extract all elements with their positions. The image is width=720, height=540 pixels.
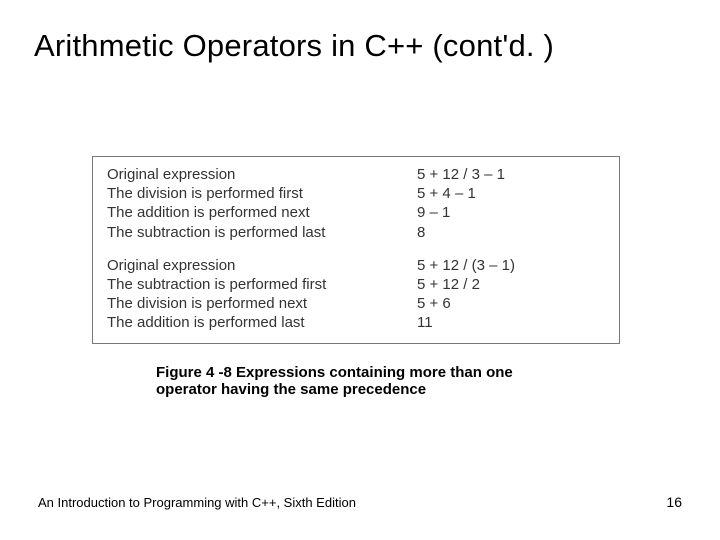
step-expression: 5 + 12 / 3 – 1 (417, 165, 605, 184)
table-row: Original expression 5 + 12 / 3 – 1 (107, 165, 605, 184)
step-expression: 5 + 4 – 1 (417, 184, 605, 203)
table-row: The addition is performed next 9 – 1 (107, 203, 605, 222)
step-description: Original expression (107, 256, 417, 275)
step-description: The division is performed next (107, 294, 417, 313)
table-row: The addition is performed last 11 (107, 313, 605, 332)
table-row: Original expression 5 + 12 / (3 – 1) (107, 256, 605, 275)
step-description: The division is performed first (107, 184, 417, 203)
step-description: The subtraction is performed first (107, 275, 417, 294)
step-description: The addition is performed next (107, 203, 417, 222)
step-expression: 5 + 6 (417, 294, 605, 313)
step-description: Original expression (107, 165, 417, 184)
figure-block-1: Original expression 5 + 12 / 3 – 1 The d… (107, 165, 605, 242)
slide-title: Arithmetic Operators in C++ (cont'd. ) (34, 28, 554, 64)
step-expression: 11 (417, 313, 605, 332)
step-description: The addition is performed last (107, 313, 417, 332)
table-row: The subtraction is performed last 8 (107, 223, 605, 242)
step-description: The subtraction is performed last (107, 223, 417, 242)
figure-caption: Figure 4 -8 Expressions containing more … (156, 364, 556, 398)
slide-number: 16 (666, 494, 682, 510)
table-row: The subtraction is performed first 5 + 1… (107, 275, 605, 294)
step-expression: 8 (417, 223, 605, 242)
figure-box: Original expression 5 + 12 / 3 – 1 The d… (92, 156, 620, 344)
table-row: The division is performed first 5 + 4 – … (107, 184, 605, 203)
slide: Arithmetic Operators in C++ (cont'd. ) O… (0, 0, 720, 540)
figure-block-2: Original expression 5 + 12 / (3 – 1) The… (107, 256, 605, 333)
step-expression: 9 – 1 (417, 203, 605, 222)
step-expression: 5 + 12 / 2 (417, 275, 605, 294)
table-row: The division is performed next 5 + 6 (107, 294, 605, 313)
footer-text: An Introduction to Programming with C++,… (38, 495, 356, 510)
step-expression: 5 + 12 / (3 – 1) (417, 256, 605, 275)
